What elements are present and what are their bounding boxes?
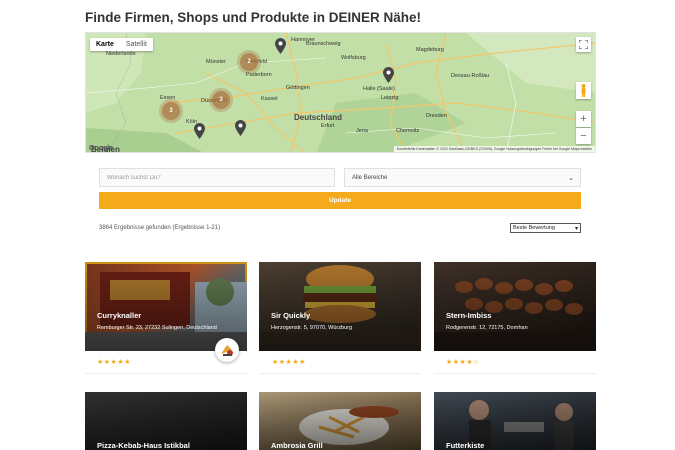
- area-select[interactable]: Alle Bereiche ⌄: [344, 168, 581, 187]
- listing-card[interactable]: Ambrosia Grill: [259, 392, 421, 450]
- map-tab-karte[interactable]: Karte: [90, 38, 120, 51]
- map-label-muenster: Münster: [206, 59, 226, 65]
- page-title: Finde Firmen, Shops und Produkte in DEIN…: [85, 10, 422, 25]
- map-attribution[interactable]: Kurzbefehle Kartendaten © 2022 GeoBasis-…: [393, 146, 595, 152]
- listing-name: Pizza-Kebab-Haus Istikbal: [97, 441, 190, 450]
- map-cluster-marker[interactable]: 3: [212, 91, 230, 109]
- map-label-halle: Halle (Saale): [363, 86, 395, 92]
- map-label-kassel: Kassel: [261, 96, 278, 102]
- google-logo: Google: [89, 145, 114, 152]
- area-select-value: Alle Bereiche: [352, 174, 388, 181]
- listing-card[interactable]: Pizza-Kebab-Haus Istikbal: [85, 392, 247, 450]
- listing-name: Ambrosia Grill: [271, 441, 323, 450]
- category-badge[interactable]: [215, 338, 239, 362]
- listing-card[interactable]: Sir Quickly Herzogenstr. 5, 97070, Würzb…: [259, 262, 421, 351]
- listing-address: Rodgerenstr. 12, 72175, Dornhan: [446, 325, 528, 331]
- page: Finde Firmen, Shops und Produkte in DEIN…: [0, 0, 675, 450]
- map-label-goettingen: Göttingen: [286, 85, 310, 91]
- listing-name: Sir Quickly: [271, 311, 311, 320]
- map-tab-satellit[interactable]: Satellit: [120, 38, 153, 51]
- map-label-deutschland: Deutschland: [294, 113, 343, 122]
- sort-select[interactable]: Beste Bewertung ▾: [510, 223, 581, 233]
- results-count: 3864 Ergebnisse gefunden (Ergebnisse 1-2…: [99, 225, 221, 231]
- rating-stars: ★★★★★: [272, 359, 306, 366]
- rating-stars: ★★★★☆: [446, 359, 480, 366]
- map-label-wolfsburg: Wolfsburg: [341, 55, 366, 61]
- listing-name: Futterkiste: [446, 441, 485, 450]
- listing-name: Stern-Imbiss: [446, 311, 492, 320]
- map-label-leipzig: Leipzig: [381, 95, 399, 101]
- map-label-dessau: Dessau-Roßlau: [451, 73, 490, 79]
- map-label-braunschweig: Braunschweig: [306, 41, 341, 47]
- pegman-icon: [581, 84, 586, 97]
- map-label-niederlande: Niederlande: [106, 51, 136, 57]
- map-pin-icon[interactable]: [275, 38, 286, 54]
- search-input[interactable]: [99, 168, 335, 187]
- map[interactable]: Karte Satellit Niederlande Münster Biele…: [85, 32, 596, 153]
- map-label-paderborn: Paderborn: [246, 72, 272, 78]
- map-pin-icon[interactable]: [383, 67, 394, 83]
- listing-card[interactable]: Stern-Imbiss Rodgerenstr. 12, 72175, Dor…: [434, 262, 596, 351]
- map-label-magdeburg: Magdeburg: [416, 47, 444, 53]
- zoom-out-button[interactable]: −: [576, 128, 591, 144]
- map-label-jena: Jena: [356, 128, 368, 134]
- listing-card[interactable]: Futterkiste: [434, 392, 596, 450]
- listing-name: Curryknaller: [97, 311, 142, 320]
- map-label-chemnitz: Chemnitz: [396, 128, 420, 134]
- map-label-dresden: Dresden: [426, 113, 447, 119]
- map-cluster-marker[interactable]: 2: [240, 53, 258, 71]
- map-label-essen: Essen: [160, 95, 176, 101]
- zoom-in-button[interactable]: +: [576, 111, 591, 127]
- listing-address: Remburger Str. 23, 27232 Sulingen, Deuts…: [97, 325, 217, 331]
- fast-food-icon: [221, 345, 233, 356]
- chevron-down-icon: ▾: [574, 226, 578, 232]
- update-button[interactable]: Update: [99, 192, 581, 209]
- map-terrain: [86, 33, 595, 152]
- map-cluster-marker[interactable]: 3: [162, 102, 180, 120]
- fullscreen-button[interactable]: [576, 37, 591, 52]
- fullscreen-icon: [579, 40, 588, 49]
- street-view-button[interactable]: [576, 82, 591, 99]
- map-pin-icon[interactable]: [194, 123, 205, 139]
- chevron-down-icon: ⌄: [568, 175, 574, 182]
- map-type-tabs: Karte Satellit: [90, 38, 153, 51]
- map-label-erfurt: Erfurt: [321, 123, 335, 129]
- listing-address: Herzogenstr. 5, 97070, Würzburg: [271, 325, 353, 331]
- sort-select-value: Beste Bewertung: [513, 225, 555, 231]
- rating-stars: ★★★★★: [97, 359, 131, 366]
- map-pin-icon[interactable]: [235, 120, 246, 136]
